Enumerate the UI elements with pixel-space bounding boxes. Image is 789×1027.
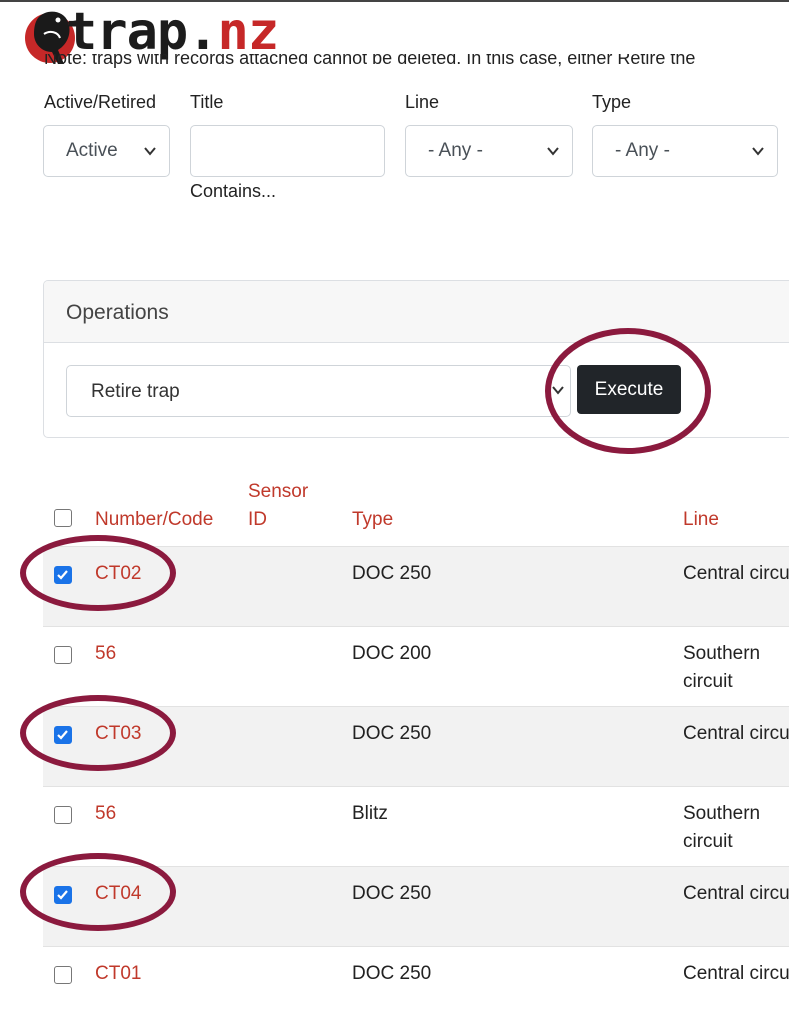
chevron-down-icon bbox=[547, 147, 559, 156]
line-select[interactable]: - Any - bbox=[405, 125, 573, 177]
row-checkbox[interactable] bbox=[54, 806, 72, 824]
trap-line: Central circu bbox=[683, 563, 789, 584]
operations-title: Operations bbox=[66, 301, 169, 324]
table-row: CT03 DOC 250 Central circu bbox=[43, 706, 789, 787]
chevron-down-icon bbox=[552, 386, 564, 395]
table-row: 56 DOC 200 Southern circuit bbox=[43, 626, 789, 707]
trap-code-link[interactable]: CT01 bbox=[95, 960, 141, 988]
operations-panel: Operations Retire trap bbox=[43, 280, 789, 438]
row-checkbox[interactable] bbox=[54, 966, 72, 984]
line-filter-label: Line bbox=[405, 92, 440, 112]
trap-code-link[interactable]: CT04 bbox=[95, 880, 141, 908]
type-select[interactable]: - Any - bbox=[592, 125, 778, 177]
row-checkbox[interactable] bbox=[54, 886, 72, 904]
operation-select[interactable]: Retire trap bbox=[66, 365, 571, 417]
table-row: CT01 DOC 250 Central circu bbox=[43, 946, 789, 1027]
select-all-checkbox[interactable] bbox=[54, 509, 72, 527]
table-row: CT02 DOC 250 Central circu bbox=[43, 546, 789, 627]
table-row: CT04 DOC 250 Central circu bbox=[43, 866, 789, 947]
row-checkbox[interactable] bbox=[54, 646, 72, 664]
trap-type: Blitz bbox=[352, 803, 388, 824]
title-filter-label: Title bbox=[190, 92, 224, 112]
operations-header: Operations bbox=[44, 281, 789, 343]
trap-code-link[interactable]: CT02 bbox=[95, 560, 141, 588]
chevron-down-icon bbox=[144, 147, 156, 156]
trap-line: Central circu bbox=[683, 883, 789, 904]
trap-line: Central circu bbox=[683, 723, 789, 744]
trap-line: Central circu bbox=[683, 963, 789, 984]
table-row: 56 Blitz Southern circuit bbox=[43, 786, 789, 867]
trap-line: Southern circuit bbox=[683, 643, 761, 692]
column-header-type[interactable]: Type bbox=[352, 506, 393, 534]
status-filter-label: Active/Retired bbox=[44, 92, 157, 112]
type-filter-label: Type bbox=[592, 92, 632, 112]
brand-wordmark: trap.nz bbox=[66, 2, 279, 62]
column-header-sensor[interactable]: Sensor ID bbox=[248, 478, 308, 534]
info-note: Note: traps with records attached cannot… bbox=[44, 54, 696, 68]
trap-code-link[interactable]: CT03 bbox=[95, 720, 141, 748]
row-checkbox[interactable] bbox=[54, 566, 72, 584]
trap-type: DOC 250 bbox=[352, 883, 432, 904]
column-header-line[interactable]: Line bbox=[683, 506, 719, 534]
trap-type: DOC 250 bbox=[352, 723, 432, 744]
title-input[interactable] bbox=[190, 125, 385, 177]
title-input-hint: Contains... bbox=[190, 181, 277, 201]
trap-type: DOC 250 bbox=[352, 963, 432, 984]
column-header-code[interactable]: Number/Code bbox=[95, 506, 213, 534]
trap-code-link[interactable]: 56 bbox=[95, 800, 116, 828]
trap-type: DOC 250 bbox=[352, 563, 432, 584]
trap-line: Southern circuit bbox=[683, 803, 761, 852]
chevron-down-icon bbox=[752, 147, 764, 156]
row-checkbox[interactable] bbox=[54, 726, 72, 744]
trap-code-link[interactable]: 56 bbox=[95, 640, 116, 668]
trap-type: DOC 200 bbox=[352, 643, 432, 664]
execute-button[interactable]: Execute bbox=[577, 365, 681, 414]
status-select[interactable]: Active bbox=[43, 125, 170, 177]
